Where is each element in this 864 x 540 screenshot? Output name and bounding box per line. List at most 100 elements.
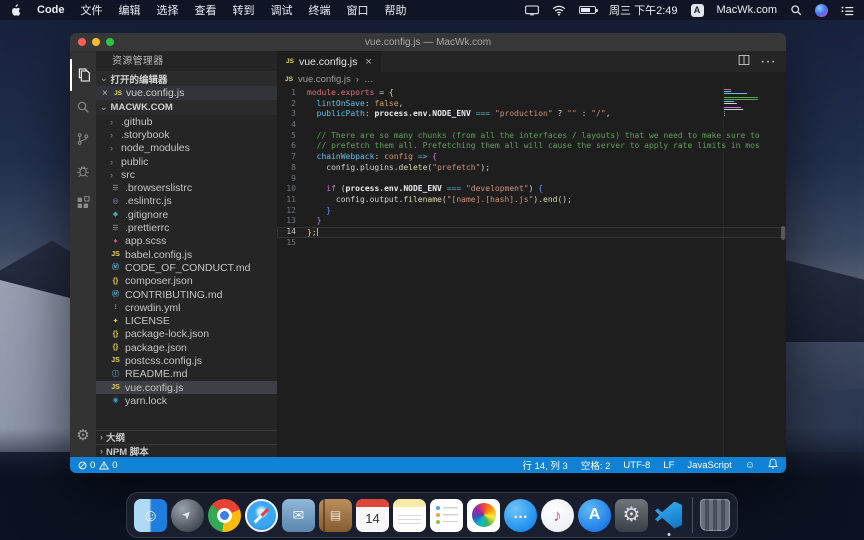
tree-file[interactable]: {} package-lock.json [96,328,277,341]
code-line[interactable]: 8 config.plugins.delete("prefetch"); [277,163,786,174]
battery-icon[interactable] [579,6,596,14]
tab-vue-config[interactable]: JS vue.config.js × [277,51,381,72]
menu-item[interactable]: 帮助 [385,2,407,18]
notifications-bell-icon[interactable] [768,458,778,472]
code-line[interactable]: 11 config.output.filename("[name].[hash]… [277,195,786,206]
tree-folder[interactable]: › src [96,168,277,181]
status-item[interactable]: 空格: 2 [581,458,611,472]
problems-errors[interactable]: 0 [78,460,95,471]
wifi-icon[interactable] [552,5,566,16]
code-line[interactable]: 10 if (process.env.NODE_ENV === "develop… [277,184,786,195]
tree-folder[interactable]: › .github [96,115,277,128]
source-control-icon[interactable] [70,123,96,155]
menu-item[interactable]: 调试 [271,2,293,18]
menu-item[interactable]: 查看 [195,2,217,18]
tree-file[interactable]: JS babel.config.js [96,248,277,261]
close-tab-icon[interactable]: × [365,56,371,68]
code-line[interactable]: 7 chainWebpack: config => { [277,152,786,163]
trash-icon[interactable] [700,499,730,531]
tree-file[interactable]: Ⓜ CODE_OF_CONDUCT.md [96,261,277,274]
code-line[interactable]: 13 } [277,216,786,227]
problems-warnings[interactable]: 0 [99,460,117,471]
code-line[interactable]: 5 // There are so many chunks (from all … [277,131,786,142]
menu-account[interactable]: MacWk.com [717,4,778,16]
siri-icon[interactable] [815,4,828,17]
menu-item[interactable]: 终端 [309,2,331,18]
itunes-icon[interactable]: ♪ [541,499,574,532]
sidebar-section-header[interactable]: › NPM 脚本 [96,444,277,458]
status-item[interactable]: 行 14, 列 3 [522,458,567,472]
tree-file[interactable]: Ⓜ CONTRIBUTING.md [96,288,277,301]
search-icon[interactable] [790,4,802,16]
breadcrumb[interactable]: JS vue.config.js › … [277,72,786,86]
messages-icon[interactable]: … [504,499,537,532]
minimize-window-button[interactable] [92,38,100,46]
code-line[interactable]: 4 [277,120,786,131]
menu-item[interactable]: 文件 [81,2,103,18]
search-view-icon[interactable] [70,91,96,123]
safari-icon[interactable] [245,499,278,532]
open-editors-header[interactable]: ⌄ 打开的编辑器 [96,71,277,86]
feedback-smiley-icon[interactable]: ☺ [745,460,755,471]
close-window-button[interactable] [78,38,86,46]
tree-folder[interactable]: › public [96,155,277,168]
tree-folder[interactable]: › .storybook [96,128,277,141]
menu-item[interactable]: 转到 [233,2,255,18]
code-line[interactable]: 12 } [277,206,786,217]
extensions-icon[interactable] [70,187,96,219]
notification-list-icon[interactable] [841,5,854,16]
status-item[interactable]: UTF-8 [623,460,650,471]
minimap[interactable] [724,89,760,119]
menu-item[interactable]: 选择 [157,2,179,18]
reminders-icon[interactable] [430,499,463,532]
chrome-icon[interactable] [208,499,241,532]
tree-file[interactable]: ♦ app.scss [96,235,277,248]
tree-folder[interactable]: › node_modules [96,142,277,155]
tree-file[interactable]: ◎ .eslintrc.js [96,195,277,208]
split-editor-icon[interactable] [738,53,750,71]
tree-file[interactable]: ⓘ README.md [96,368,277,381]
input-method-icon[interactable]: A [691,4,704,17]
notes-icon[interactable] [393,499,426,532]
window-titlebar[interactable]: vue.config.js — MacWk.com [70,33,786,51]
tree-file[interactable]: ◉ yarn.lock [96,394,277,407]
mail-icon[interactable]: ✉ [282,499,315,532]
status-item[interactable]: LF [663,460,674,471]
tree-file[interactable]: {} composer.json [96,275,277,288]
scrollbar-thumb[interactable] [781,226,785,240]
contacts-icon[interactable]: ▤ [319,499,352,532]
code-line[interactable]: 14 }; [277,227,786,238]
photos-icon[interactable] [467,499,500,532]
system-preferences-icon[interactable]: ⚙ [615,499,648,532]
open-editor-item[interactable]: × JS vue.config.js [96,86,277,100]
menu-clock[interactable]: 周三 下午2:49 [609,2,677,18]
settings-gear-icon[interactable]: ⚙ [70,419,96,451]
tree-file[interactable]: ◆ .gitignore [96,208,277,221]
vscode-icon[interactable] [652,499,685,532]
code-editor[interactable]: 1 module.exports = { 2 lintOnSave: false… [277,86,786,457]
zoom-window-button[interactable] [106,38,114,46]
tree-file[interactable]: ☰ .prettierrc [96,221,277,234]
project-root-header[interactable]: ⌄ MACWK.COM [96,100,277,115]
finder-icon[interactable]: ☺ [134,499,167,532]
menu-item[interactable]: 编辑 [119,2,141,18]
code-line[interactable]: 2 lintOnSave: false, [277,99,786,110]
menu-item[interactable]: 窗口 [347,2,369,18]
code-line[interactable]: 3 publicPath: process.env.NODE_ENV === "… [277,109,786,120]
tree-file[interactable]: {} package.json [96,341,277,354]
tree-file[interactable]: JS postcss.config.js [96,354,277,367]
sidebar-section-header[interactable]: › 大纲 [96,430,277,444]
display-icon[interactable] [525,5,539,16]
code-line[interactable]: 15 [277,238,786,249]
tree-file[interactable]: ☰ .browserslistrc [96,181,277,194]
tree-file[interactable]: ✦ LICENSE [96,314,277,327]
calendar-icon[interactable]: 14 [356,499,389,532]
code-line[interactable]: 1 module.exports = { [277,88,786,99]
close-icon[interactable]: × [102,88,110,99]
tree-file[interactable]: JS vue.config.js [96,381,277,394]
launchpad-icon[interactable]: ➤ [171,499,204,532]
status-item[interactable]: JavaScript [687,460,731,471]
apple-icon[interactable] [10,4,21,17]
code-line[interactable]: 9 [277,174,786,185]
more-actions-icon[interactable]: ··· [760,53,776,71]
